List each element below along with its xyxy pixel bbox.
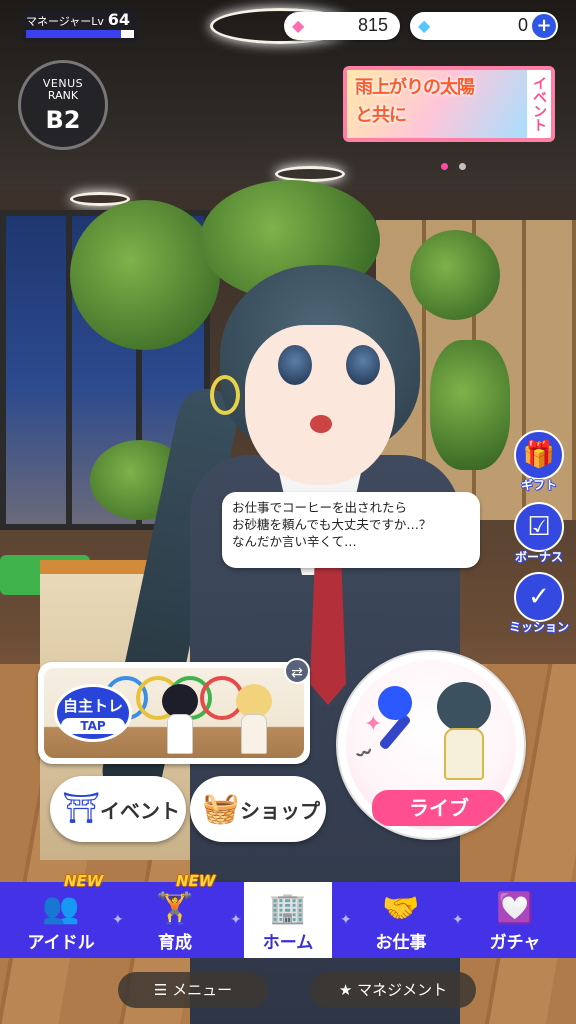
event-banner-title: 雨上がりの太陽と共に	[355, 77, 475, 126]
speech-line: なんだか言い辛くて…	[232, 534, 357, 549]
paid-gem-counter: ◆ 815	[284, 12, 400, 40]
bonus-label: ボーナス	[514, 550, 563, 564]
management-label: マネジメント	[357, 981, 448, 999]
event-banner-label: イベント	[527, 70, 551, 138]
pagination-dot-active	[441, 163, 448, 170]
character-eye	[278, 345, 312, 385]
gift-label: ギフト	[520, 478, 557, 492]
self-training-panel[interactable]: 自主トレ TAP	[38, 662, 310, 764]
live-button-art: ✦ 〰️ ライブ	[346, 660, 516, 830]
handshake-icon: 🤝	[382, 891, 420, 926]
chibi-idol	[434, 682, 494, 782]
free-gem-value: 0	[517, 15, 528, 35]
gift-icon: 🎁	[514, 430, 564, 480]
nav-gacha[interactable]: 💟 ガチャ	[460, 882, 570, 958]
swap-icon[interactable]: ⇄	[284, 658, 310, 684]
nav-label: ガチャ	[489, 933, 541, 953]
basket-icon: 🧺	[202, 791, 240, 826]
nav-work[interactable]: 🤝 お仕事	[346, 882, 456, 958]
character-eye	[346, 345, 380, 385]
banner-pagination	[438, 155, 469, 174]
chibi-idol	[234, 684, 274, 758]
live-button[interactable]: ✦ 〰️ ライブ	[338, 652, 524, 838]
new-badge: NEW	[64, 872, 104, 890]
manager-exp-fill	[26, 30, 122, 38]
star-icon: ★	[338, 981, 358, 999]
hamburger-icon: ☰	[153, 981, 173, 999]
nav-home[interactable]: 🏢 ホーム	[244, 882, 332, 958]
nav-label: 育成	[158, 933, 192, 953]
calendar-check-icon: ☑	[514, 502, 564, 552]
pagination-dot	[459, 163, 467, 170]
paid-gem-value: 815	[357, 15, 388, 35]
nav-label: お仕事	[375, 933, 427, 953]
manager-level-label: マネージャーLv	[26, 15, 104, 28]
tap-label: TAP	[61, 718, 125, 734]
free-gem-icon: ◆	[418, 16, 431, 35]
clipboard-check-icon: ✓	[514, 572, 564, 622]
free-gem-counter: ◆ 0 +	[410, 12, 558, 40]
building-icon: 🏢	[269, 891, 307, 926]
nav-label: アイドル	[27, 933, 95, 953]
speech-line: お砂糖を頼んでも大丈夫ですか…？	[232, 517, 432, 532]
event-banner[interactable]: 雨上がりの太陽と共に イベント	[343, 66, 555, 142]
manager-level-value: 64	[107, 10, 130, 29]
shop-button[interactable]: 🧺 ショップ	[190, 776, 326, 842]
new-badge: NEW	[176, 872, 216, 890]
self-training-button[interactable]: 自主トレ TAP	[54, 684, 132, 742]
venus-rank-badge[interactable]: VENUS RANK B2	[18, 60, 108, 150]
bottom-nav: NEW 👥 アイドル ✦ NEW 🏋 育成 ✦ 🏢 ホーム ✦ 🤝 お仕事 ✦ …	[0, 872, 576, 958]
dumbbell-icon: 🏋	[156, 891, 194, 926]
self-training-label: 自主トレ	[62, 697, 123, 715]
manager-level-panel: マネージャーLv 64	[22, 10, 138, 42]
menu-label: メニュー	[172, 981, 233, 999]
event-button[interactable]: ⛩ イベント	[50, 776, 186, 842]
sparkle-icon: ✦	[364, 712, 383, 737]
mission-button[interactable]: ✓ ミッション	[506, 572, 572, 635]
shop-button-label: ショップ	[240, 799, 320, 823]
bonus-button[interactable]: ☑ ボーナス	[506, 502, 572, 565]
autograph-signature: 〰️	[353, 743, 376, 765]
nav-training[interactable]: NEW 🏋 育成	[120, 872, 230, 958]
stage-icon: ⛩	[61, 791, 101, 826]
character-mouth	[310, 415, 332, 433]
character-ribbon	[210, 375, 240, 415]
nav-separator-icon: ✦	[230, 912, 242, 928]
menu-button[interactable]: ☰ メニュー	[118, 972, 268, 1008]
nav-label: ホーム	[262, 933, 314, 953]
rank-line2: RANK	[47, 89, 79, 102]
event-button-label: イベント	[100, 799, 180, 823]
nav-idol[interactable]: NEW 👥 アイドル	[6, 872, 116, 958]
speech-bubble[interactable]: お仕事でコーヒーを出されたら お砂糖を頼んでも大丈夫ですか…？ なんだか言い辛く…	[222, 492, 480, 568]
idols-icon: 👥	[42, 891, 80, 926]
rank-value: B2	[45, 106, 81, 134]
gift-button[interactable]: 🎁 ギフト	[506, 430, 572, 493]
paid-gem-icon: ◆	[292, 16, 305, 35]
chibi-idol	[160, 684, 200, 758]
speech-line: お仕事でコーヒーを出されたら	[232, 500, 408, 515]
mission-label: ミッション	[508, 620, 569, 634]
management-button[interactable]: ★ マネジメント	[310, 972, 476, 1008]
add-gems-button[interactable]: +	[532, 14, 556, 38]
manager-exp-bar	[26, 30, 134, 38]
live-button-label: ライブ	[372, 790, 506, 826]
heart-badge-icon: 💟	[496, 891, 534, 926]
